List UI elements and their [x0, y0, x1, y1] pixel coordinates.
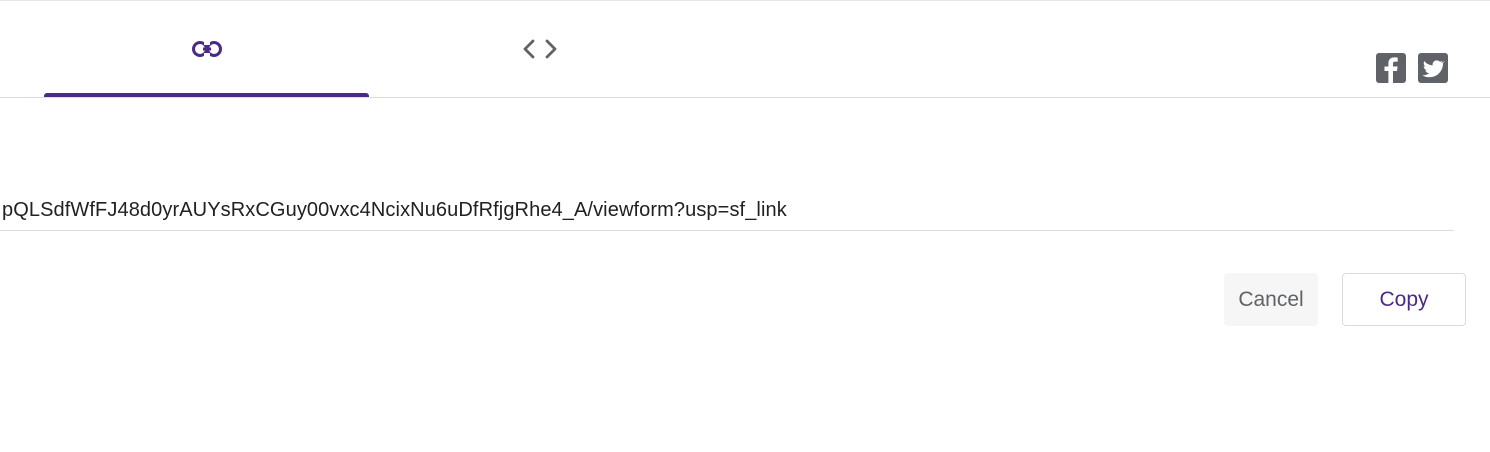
- tab-link[interactable]: [44, 1, 369, 97]
- twitter-share-button[interactable]: [1418, 53, 1448, 83]
- share-link-value[interactable]: pQLSdfWfFJ48d0yrAUYsRxCGuy00vxc4NcixNu6u…: [2, 199, 787, 222]
- tab-embed[interactable]: [375, 1, 705, 97]
- cancel-button[interactable]: Cancel: [1224, 273, 1318, 326]
- link-icon: [191, 41, 222, 57]
- selected-tab-indicator: [44, 93, 369, 97]
- share-dialog: pQLSdfWfFJ48d0yrAUYsRxCGuy00vxc4NcixNu6u…: [0, 0, 1490, 452]
- tab-bar: [0, 1, 1490, 98]
- facebook-icon: [1384, 57, 1398, 83]
- share-link-field[interactable]: pQLSdfWfFJ48d0yrAUYsRxCGuy00vxc4NcixNu6u…: [0, 187, 1454, 231]
- twitter-icon: [1422, 60, 1446, 78]
- code-icon: [523, 39, 557, 59]
- facebook-share-button[interactable]: [1376, 53, 1406, 83]
- copy-button[interactable]: Copy: [1342, 273, 1466, 326]
